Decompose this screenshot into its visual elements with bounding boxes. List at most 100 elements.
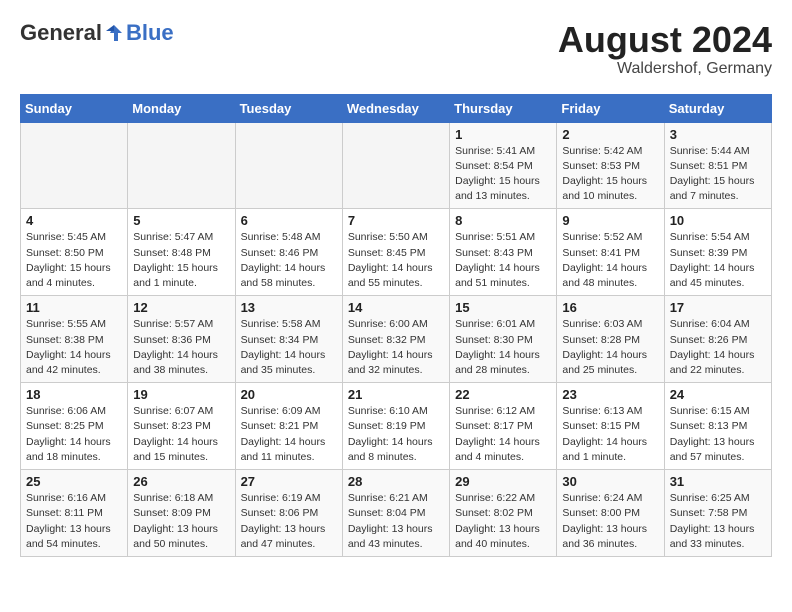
day-number: 5 [133,213,229,228]
day-info: Sunrise: 6:01 AMSunset: 8:30 PMDaylight:… [455,317,551,378]
calendar-cell: 17 Sunrise: 6:04 AMSunset: 8:26 PMDayligh… [664,296,771,383]
calendar-cell: 24 Sunrise: 6:15 AMSunset: 8:13 PMDayligh… [664,383,771,470]
calendar-cell: 3Sunrise: 5:44 AMSunset: 8:51 PMDaylight… [664,122,771,209]
day-number: 6 [241,213,337,228]
weekday-header-tuesday: Tuesday [235,94,342,122]
location-title: Waldershof, Germany [558,60,772,78]
week-row-3: 11 Sunrise: 5:55 AMSunset: 8:38 PMDayligh… [21,296,772,383]
week-row-5: 25Sunrise: 6:16 AMSunset: 8:11 PMDayligh… [21,470,772,557]
day-number: 13 [241,300,337,315]
logo-general-text: General [20,20,102,46]
day-number: 10 [670,213,766,228]
calendar-cell: 11 Sunrise: 5:55 AMSunset: 8:38 PMDayligh… [21,296,128,383]
calendar-cell: 8Sunrise: 5:51 AMSunset: 8:43 PMDaylight… [450,209,557,296]
calendar-cell: 13 Sunrise: 5:58 AMSunset: 8:34 PMDayligh… [235,296,342,383]
calendar-cell: 1 Sunrise: 5:41 AMSunset: 8:54 PMDaylight… [450,122,557,209]
day-number: 22 [455,387,551,402]
day-info: Sunrise: 6:03 AMSunset: 8:28 PMDaylight:… [562,317,658,378]
day-info: Sunrise: 6:00 AMSunset: 8:32 PMDaylight:… [348,317,444,378]
day-number: 19 [133,387,229,402]
day-info: Sunrise: 5:55 AMSunset: 8:38 PMDaylight:… [26,317,122,378]
calendar-cell: 7 Sunrise: 5:50 AMSunset: 8:45 PMDaylight… [342,209,449,296]
day-info: Sunrise: 6:21 AMSunset: 8:04 PMDaylight:… [348,491,444,552]
day-info: Sunrise: 5:57 AMSunset: 8:36 PMDaylight:… [133,317,229,378]
logo: General Blue [20,20,174,46]
calendar-cell: 31 Sunrise: 6:25 AMSunset: 7:58 PMDayligh… [664,470,771,557]
calendar-cell [21,122,128,209]
day-number: 7 [348,213,444,228]
calendar-cell [342,122,449,209]
day-number: 27 [241,474,337,489]
calendar-cell: 19 Sunrise: 6:07 AMSunset: 8:23 PMDayligh… [128,383,235,470]
day-info: Sunrise: 6:24 AMSunset: 8:00 PMDaylight:… [562,491,658,552]
day-info: Sunrise: 5:44 AMSunset: 8:51 PMDaylight:… [670,144,766,205]
day-info: Sunrise: 5:51 AMSunset: 8:43 PMDaylight:… [455,230,551,291]
calendar-cell: 10 Sunrise: 5:54 AMSunset: 8:39 PMDayligh… [664,209,771,296]
day-info: Sunrise: 6:22 AMSunset: 8:02 PMDaylight:… [455,491,551,552]
month-title: August 2024 [558,20,772,60]
calendar-table: SundayMondayTuesdayWednesdayThursdayFrid… [20,94,772,557]
calendar-cell: 6Sunrise: 5:48 AMSunset: 8:46 PMDaylight… [235,209,342,296]
day-info: Sunrise: 6:06 AMSunset: 8:25 PMDaylight:… [26,404,122,465]
day-info: Sunrise: 6:09 AMSunset: 8:21 PMDaylight:… [241,404,337,465]
calendar-cell: 18 Sunrise: 6:06 AMSunset: 8:25 PMDayligh… [21,383,128,470]
calendar-cell: 4Sunrise: 5:45 AMSunset: 8:50 PMDaylight… [21,209,128,296]
calendar-cell: 14Sunrise: 6:00 AMSunset: 8:32 PMDayligh… [342,296,449,383]
day-info: Sunrise: 6:07 AMSunset: 8:23 PMDaylight:… [133,404,229,465]
day-number: 29 [455,474,551,489]
weekday-header-friday: Friday [557,94,664,122]
day-number: 1 [455,127,551,142]
weekday-header-sunday: Sunday [21,94,128,122]
day-info: Sunrise: 6:16 AMSunset: 8:11 PMDaylight:… [26,491,122,552]
day-info: Sunrise: 6:13 AMSunset: 8:15 PMDaylight:… [562,404,658,465]
calendar-cell: 28 Sunrise: 6:21 AMSunset: 8:04 PMDayligh… [342,470,449,557]
calendar-cell: 30 Sunrise: 6:24 AMSunset: 8:00 PMDayligh… [557,470,664,557]
calendar-cell: 12 Sunrise: 5:57 AMSunset: 8:36 PMDayligh… [128,296,235,383]
weekday-header-wednesday: Wednesday [342,94,449,122]
day-number: 2 [562,127,658,142]
week-row-4: 18 Sunrise: 6:06 AMSunset: 8:25 PMDayligh… [21,383,772,470]
calendar-cell: 16 Sunrise: 6:03 AMSunset: 8:28 PMDayligh… [557,296,664,383]
logo-icon [104,23,124,43]
day-info: Sunrise: 5:41 AMSunset: 8:54 PMDaylight:… [455,144,551,205]
day-number: 21 [348,387,444,402]
weekday-header-monday: Monday [128,94,235,122]
day-number: 23 [562,387,658,402]
week-row-2: 4Sunrise: 5:45 AMSunset: 8:50 PMDaylight… [21,209,772,296]
day-info: Sunrise: 6:25 AMSunset: 7:58 PMDaylight:… [670,491,766,552]
day-number: 28 [348,474,444,489]
calendar-cell: 9 Sunrise: 5:52 AMSunset: 8:41 PMDaylight… [557,209,664,296]
calendar-cell: 20 Sunrise: 6:09 AMSunset: 8:21 PMDayligh… [235,383,342,470]
day-number: 12 [133,300,229,315]
day-number: 20 [241,387,337,402]
calendar-cell: 5 Sunrise: 5:47 AMSunset: 8:48 PMDaylight… [128,209,235,296]
day-number: 17 [670,300,766,315]
day-info: Sunrise: 5:47 AMSunset: 8:48 PMDaylight:… [133,230,229,291]
day-number: 9 [562,213,658,228]
weekday-header-thursday: Thursday [450,94,557,122]
day-number: 31 [670,474,766,489]
day-number: 11 [26,300,122,315]
day-number: 30 [562,474,658,489]
day-number: 24 [670,387,766,402]
day-number: 15 [455,300,551,315]
weekday-header-saturday: Saturday [664,94,771,122]
day-info: Sunrise: 5:52 AMSunset: 8:41 PMDaylight:… [562,230,658,291]
day-info: Sunrise: 6:15 AMSunset: 8:13 PMDaylight:… [670,404,766,465]
title-block: August 2024 Waldershof, Germany [558,20,772,78]
week-row-1: 1 Sunrise: 5:41 AMSunset: 8:54 PMDaylight… [21,122,772,209]
header: General Blue August 2024 Waldershof, Ger… [20,20,772,78]
calendar-cell: 21 Sunrise: 6:10 AMSunset: 8:19 PMDayligh… [342,383,449,470]
calendar-cell: 25Sunrise: 6:16 AMSunset: 8:11 PMDayligh… [21,470,128,557]
day-info: Sunrise: 5:54 AMSunset: 8:39 PMDaylight:… [670,230,766,291]
day-info: Sunrise: 6:10 AMSunset: 8:19 PMDaylight:… [348,404,444,465]
day-number: 18 [26,387,122,402]
day-info: Sunrise: 5:45 AMSunset: 8:50 PMDaylight:… [26,230,122,291]
day-number: 16 [562,300,658,315]
calendar-cell: 29 Sunrise: 6:22 AMSunset: 8:02 PMDayligh… [450,470,557,557]
day-info: Sunrise: 5:50 AMSunset: 8:45 PMDaylight:… [348,230,444,291]
day-info: Sunrise: 6:04 AMSunset: 8:26 PMDaylight:… [670,317,766,378]
calendar-cell: 2Sunrise: 5:42 AMSunset: 8:53 PMDaylight… [557,122,664,209]
day-info: Sunrise: 5:58 AMSunset: 8:34 PMDaylight:… [241,317,337,378]
calendar-cell [235,122,342,209]
